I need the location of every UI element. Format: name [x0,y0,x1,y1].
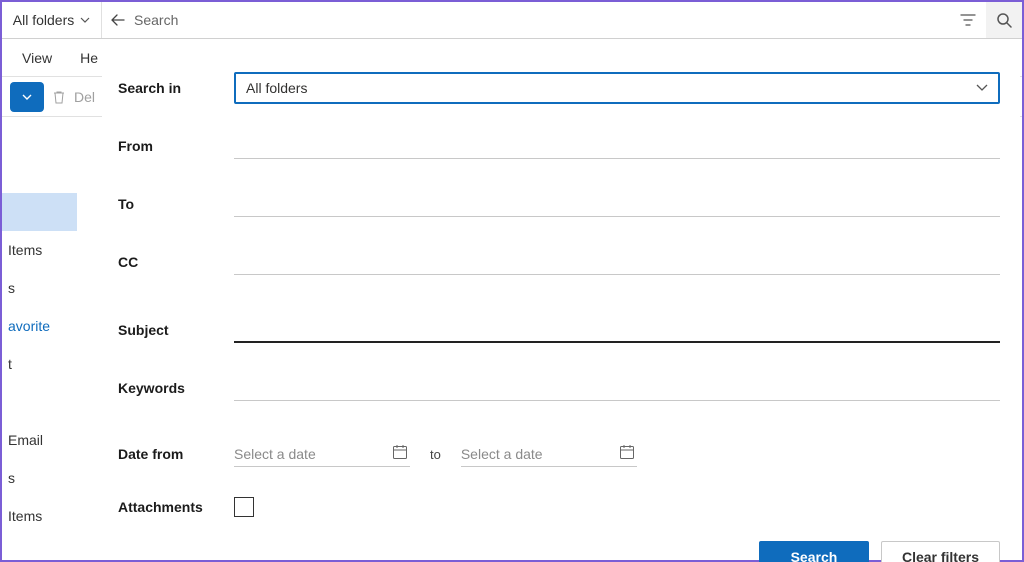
sidebar-item[interactable]: Email [2,421,77,459]
subject-input[interactable] [234,317,1000,343]
tab-view[interactable]: View [22,50,52,66]
search-icon [996,12,1012,28]
label-date-to: to [430,447,441,462]
calendar-icon[interactable] [619,444,635,460]
search-input[interactable] [134,2,950,38]
from-input[interactable] [234,133,1000,159]
arrow-left-icon [111,13,125,27]
sidebar-item[interactable] [2,193,77,231]
label-to: To [118,196,234,212]
cc-input[interactable] [234,249,1000,275]
field-date: Date from to [118,425,1000,483]
field-cc: CC [118,233,1000,291]
sidebar-item[interactable]: s [2,269,77,307]
search-in-select[interactable]: All folders [234,72,1000,104]
tab-help[interactable]: He [80,50,98,66]
label-cc: CC [118,254,234,270]
chevron-down-icon [80,17,90,23]
chevron-down-icon [22,94,32,100]
folder-sidebar: Items s avorite t Email s Items [2,155,77,560]
label-subject: Subject [118,322,234,338]
delete-label[interactable]: Del [74,89,95,105]
calendar-icon[interactable] [392,444,408,460]
search-button[interactable] [986,2,1022,38]
advanced-search-panel: Search in All folders From To CC Subject [102,39,1020,558]
date-to-input[interactable] [461,441,637,467]
panel-buttons: Search Clear filters [118,531,1000,562]
search-scope-dropdown[interactable]: All folders [2,2,102,38]
clear-filters-button[interactable]: Clear filters [881,541,1000,562]
label-search-in: Search in [118,80,234,96]
date-from-input[interactable] [234,441,410,467]
field-attachments: Attachments [118,483,1000,531]
keywords-input[interactable] [234,375,1000,401]
field-subject: Subject [118,301,1000,359]
new-mail-split-button[interactable] [10,82,44,112]
label-from: From [118,138,234,154]
sidebar-item[interactable]: Items [2,231,77,269]
label-date-from: Date from [118,446,234,462]
filter-button[interactable] [950,2,986,38]
chevron-down-icon [976,84,988,92]
trash-icon [52,90,66,104]
to-input[interactable] [234,191,1000,217]
sidebar-item[interactable]: t [2,345,77,383]
search-scope-label: All folders [13,12,74,28]
sidebar-item[interactable]: s [2,459,77,497]
search-submit-button[interactable]: Search [759,541,869,562]
field-search-in: Search in All folders [118,59,1000,117]
search-back-button[interactable] [102,2,134,38]
field-from: From [118,117,1000,175]
search-bar: All folders [2,2,1022,39]
attachments-checkbox[interactable] [234,497,254,517]
filter-icon [960,12,976,28]
field-keywords: Keywords [118,359,1000,417]
sidebar-item[interactable]: Items [2,497,77,535]
field-to: To [118,175,1000,233]
sidebar-item[interactable]: avorite [2,307,77,345]
label-attachments: Attachments [118,499,234,515]
label-keywords: Keywords [118,380,234,396]
search-in-value: All folders [246,80,307,96]
